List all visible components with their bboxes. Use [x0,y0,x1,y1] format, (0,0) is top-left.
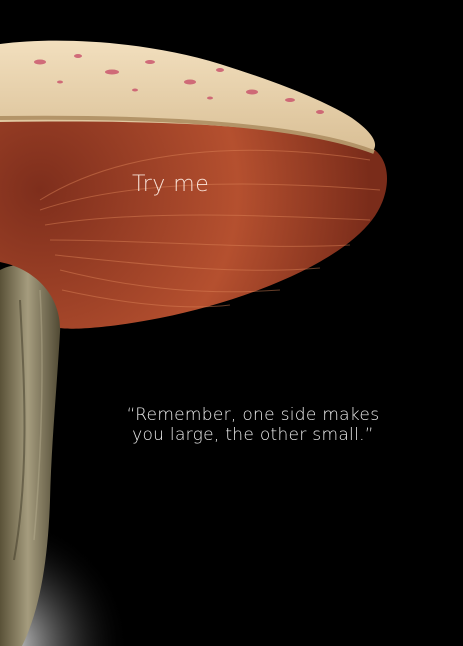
mushroom-illustration [0,0,463,646]
quote: “Remember, one side makes you large, the… [80,405,426,445]
try-me-tagline: Try me [132,172,210,197]
quote-line: “Remember, one side makes [126,405,380,425]
quote-line: you large, the other small.” [132,425,374,445]
poster: Try me “Remember, one side makes you lar… [0,0,463,646]
